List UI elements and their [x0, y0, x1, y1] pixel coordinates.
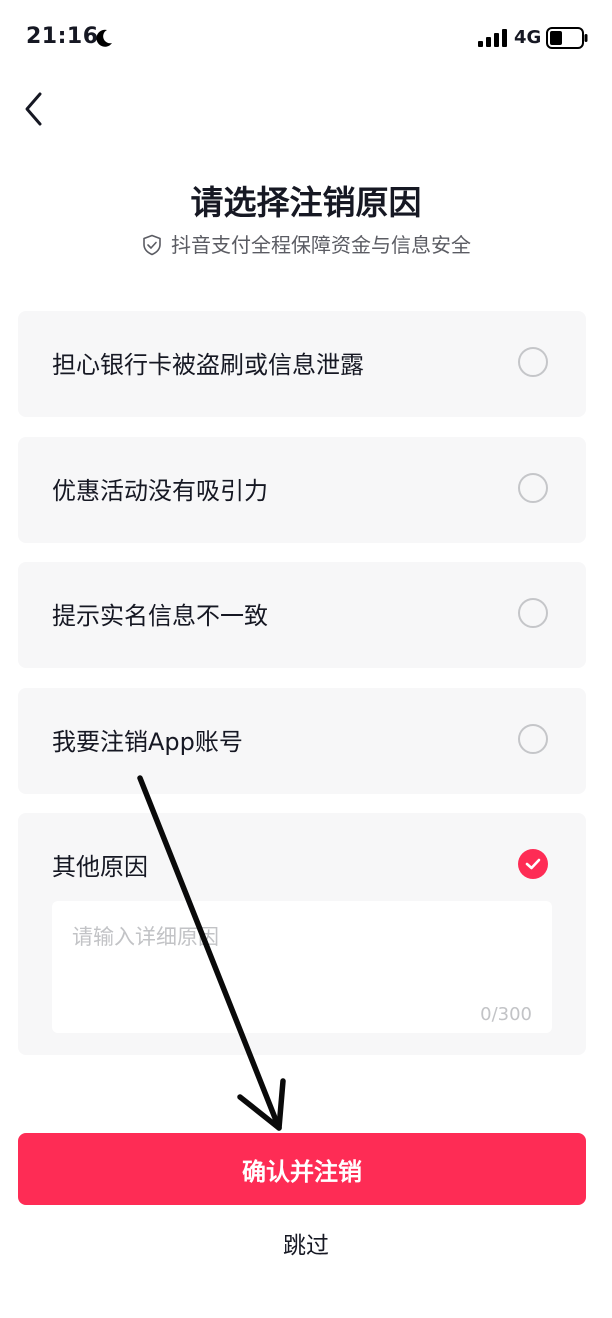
detail-reason-input[interactable]: [52, 901, 552, 1033]
status-time: 21:16: [26, 24, 99, 49]
reason-label: 提示实名信息不一致: [52, 602, 268, 630]
security-note-text: 抖音支付全程保障资金与信息安全: [171, 233, 471, 257]
radio-button[interactable]: [518, 473, 548, 503]
battery-icon: [546, 27, 588, 49]
radio-button-checked[interactable]: [518, 849, 548, 879]
security-note: 抖音支付全程保障资金与信息安全: [0, 229, 612, 258]
radio-button[interactable]: [518, 347, 548, 377]
reason-option-other[interactable]: 其他原因 0/300: [18, 813, 586, 1055]
reason-label: 其他原因: [52, 853, 148, 881]
radio-button[interactable]: [518, 598, 548, 628]
network-type: 4G: [514, 27, 542, 48]
reason-label: 优惠活动没有吸引力: [52, 477, 268, 505]
confirm-cancel-button[interactable]: 确认并注销: [18, 1133, 586, 1205]
character-counter: 0/300: [480, 1004, 532, 1025]
reason-option-close-app-account[interactable]: 我要注销App账号: [18, 688, 586, 794]
signal-icon: [478, 29, 507, 47]
page-title: 请选择注销原因: [190, 183, 422, 222]
shield-check-icon: [143, 234, 161, 256]
skip-link[interactable]: 跳过: [0, 1226, 612, 1260]
reason-option-card-theft[interactable]: 担心银行卡被盗刷或信息泄露: [18, 311, 586, 417]
detail-reason-box: 0/300: [52, 901, 552, 1033]
reason-label: 担心银行卡被盗刷或信息泄露: [52, 351, 364, 379]
reason-label: 我要注销App账号: [52, 728, 243, 756]
radio-button[interactable]: [518, 724, 548, 754]
reason-option-name-mismatch[interactable]: 提示实名信息不一致: [18, 562, 586, 668]
status-bar: 21:16 4G: [0, 0, 612, 76]
moon-icon: [96, 29, 112, 47]
checkmark-icon: [525, 858, 541, 870]
reason-option-no-promotion[interactable]: 优惠活动没有吸引力: [18, 437, 586, 543]
chevron-left-icon[interactable]: [16, 88, 56, 128]
